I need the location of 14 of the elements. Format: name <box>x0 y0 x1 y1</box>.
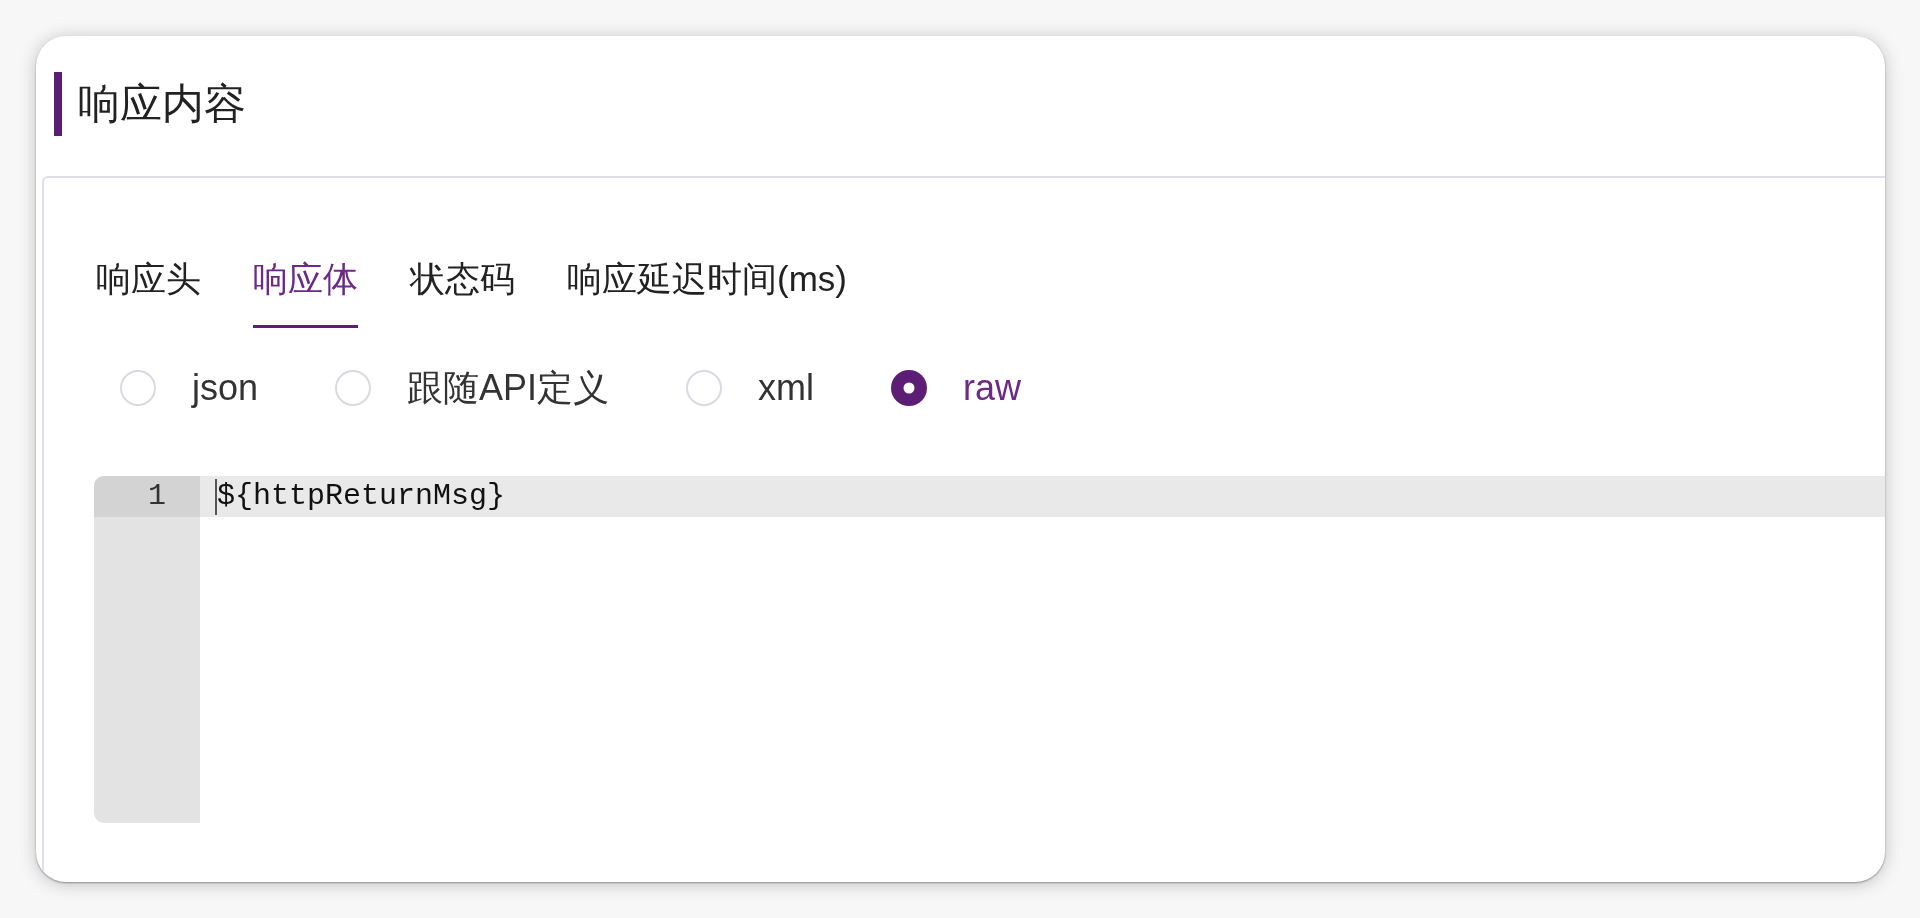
title-accent-bar <box>54 72 62 136</box>
tab[interactable]: 响应体 <box>253 261 358 328</box>
line-number: 1 <box>94 476 200 517</box>
code-editor[interactable]: 1 ${httpReturnMsg} <box>94 476 1885 823</box>
format-radio-option[interactable]: 跟随API定义 <box>335 366 610 410</box>
tab[interactable]: 响应延迟时间(ms) <box>567 261 847 328</box>
format-radio-option[interactable]: raw <box>891 366 1022 410</box>
format-radio-option[interactable]: xml <box>686 366 815 410</box>
tab[interactable]: 状态码 <box>410 261 515 328</box>
text-cursor-icon <box>215 478 217 515</box>
section-title: 响应内容 <box>78 79 246 129</box>
tab[interactable]: 响应头 <box>96 261 201 328</box>
code-text: ${httpReturnMsg} <box>217 478 506 515</box>
format-radio-option[interactable]: json <box>120 366 259 410</box>
